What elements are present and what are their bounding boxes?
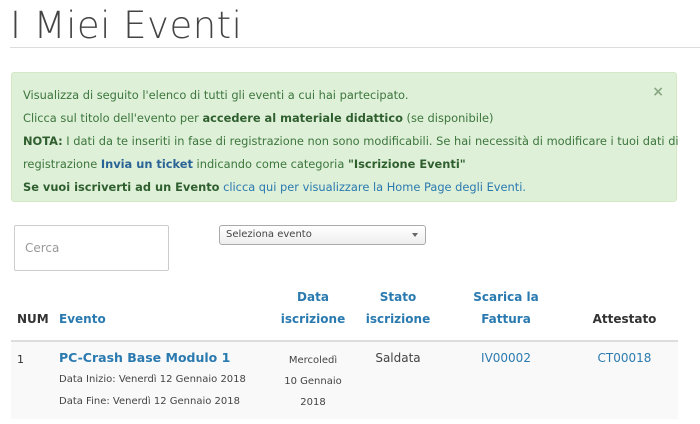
- nota-label: NOTA:: [23, 134, 63, 148]
- event-select-value: Seleziona evento: [226, 229, 312, 240]
- header-num: NUM: [11, 282, 53, 342]
- certificate-link[interactable]: CT00018: [598, 351, 652, 365]
- event-title-link[interactable]: PC-Crash Base Modulo 1: [59, 350, 265, 365]
- table-row: 1 PC-Crash Base Modulo 1 Data Inizio: Ve…: [11, 341, 678, 419]
- close-icon[interactable]: ×: [652, 85, 664, 99]
- row-data-iscrizione: Mercoledì 10 Gennaio 2018: [271, 341, 355, 419]
- events-table-wrapper: NUM Evento Data iscrizione Stato iscrizion…: [11, 282, 678, 419]
- header-data-iscrizione[interactable]: Data iscrizione: [271, 282, 355, 342]
- category-name: "Iscrizione Eventi": [347, 157, 466, 171]
- alert-line-4: registrazione Invia un ticket indicando …: [23, 157, 466, 171]
- row-stato: Saldata: [355, 341, 441, 419]
- alert-line-1: Visualizza di seguito l'elenco di tutti …: [23, 88, 409, 102]
- invoice-download-link[interactable]: IV00002: [481, 351, 531, 365]
- row-evento: PC-Crash Base Modulo 1 Data Inizio: Vene…: [53, 341, 271, 419]
- row-attestato: CT00018: [571, 341, 678, 419]
- row-fattura: IV00002: [441, 341, 571, 419]
- event-end-date: Data Fine: Venerdì 12 Gennaio 2018: [59, 396, 240, 407]
- row-num: 1: [11, 341, 53, 419]
- events-table: NUM Evento Data iscrizione Stato iscrizion…: [11, 282, 678, 419]
- search-input[interactable]: [14, 225, 169, 271]
- header-stato-iscrizione[interactable]: Stato iscrizione: [355, 282, 441, 342]
- header-attestato: Attestato: [571, 282, 678, 342]
- page-title: I Miei Eventi: [10, 4, 243, 47]
- alert-line-3: NOTA: I dati da te inseriti in fase di r…: [23, 134, 679, 148]
- table-header-row: NUM Evento Data iscrizione Stato iscrizion…: [11, 282, 678, 342]
- events-home-link[interactable]: clicca qui per visualizzare la Home Page…: [219, 180, 526, 194]
- event-start-date: Data Inizio: Venerdì 12 Gennaio 2018: [59, 374, 246, 385]
- send-ticket-link[interactable]: Invia un ticket: [101, 157, 193, 171]
- header-fattura[interactable]: Scarica la Fattura: [441, 282, 571, 342]
- header-evento[interactable]: Evento: [53, 282, 271, 342]
- chevron-down-icon: [412, 233, 418, 237]
- title-divider: [10, 47, 700, 48]
- alert-line-5: Se vuoi iscriverti ad un Evento clicca q…: [23, 180, 527, 194]
- alert-line-2: Clicca sul titolo dell'evento per accede…: [23, 111, 494, 125]
- event-select[interactable]: Seleziona evento: [219, 225, 426, 245]
- info-alert: × Visualizza di seguito l'elenco di tutt…: [11, 72, 679, 202]
